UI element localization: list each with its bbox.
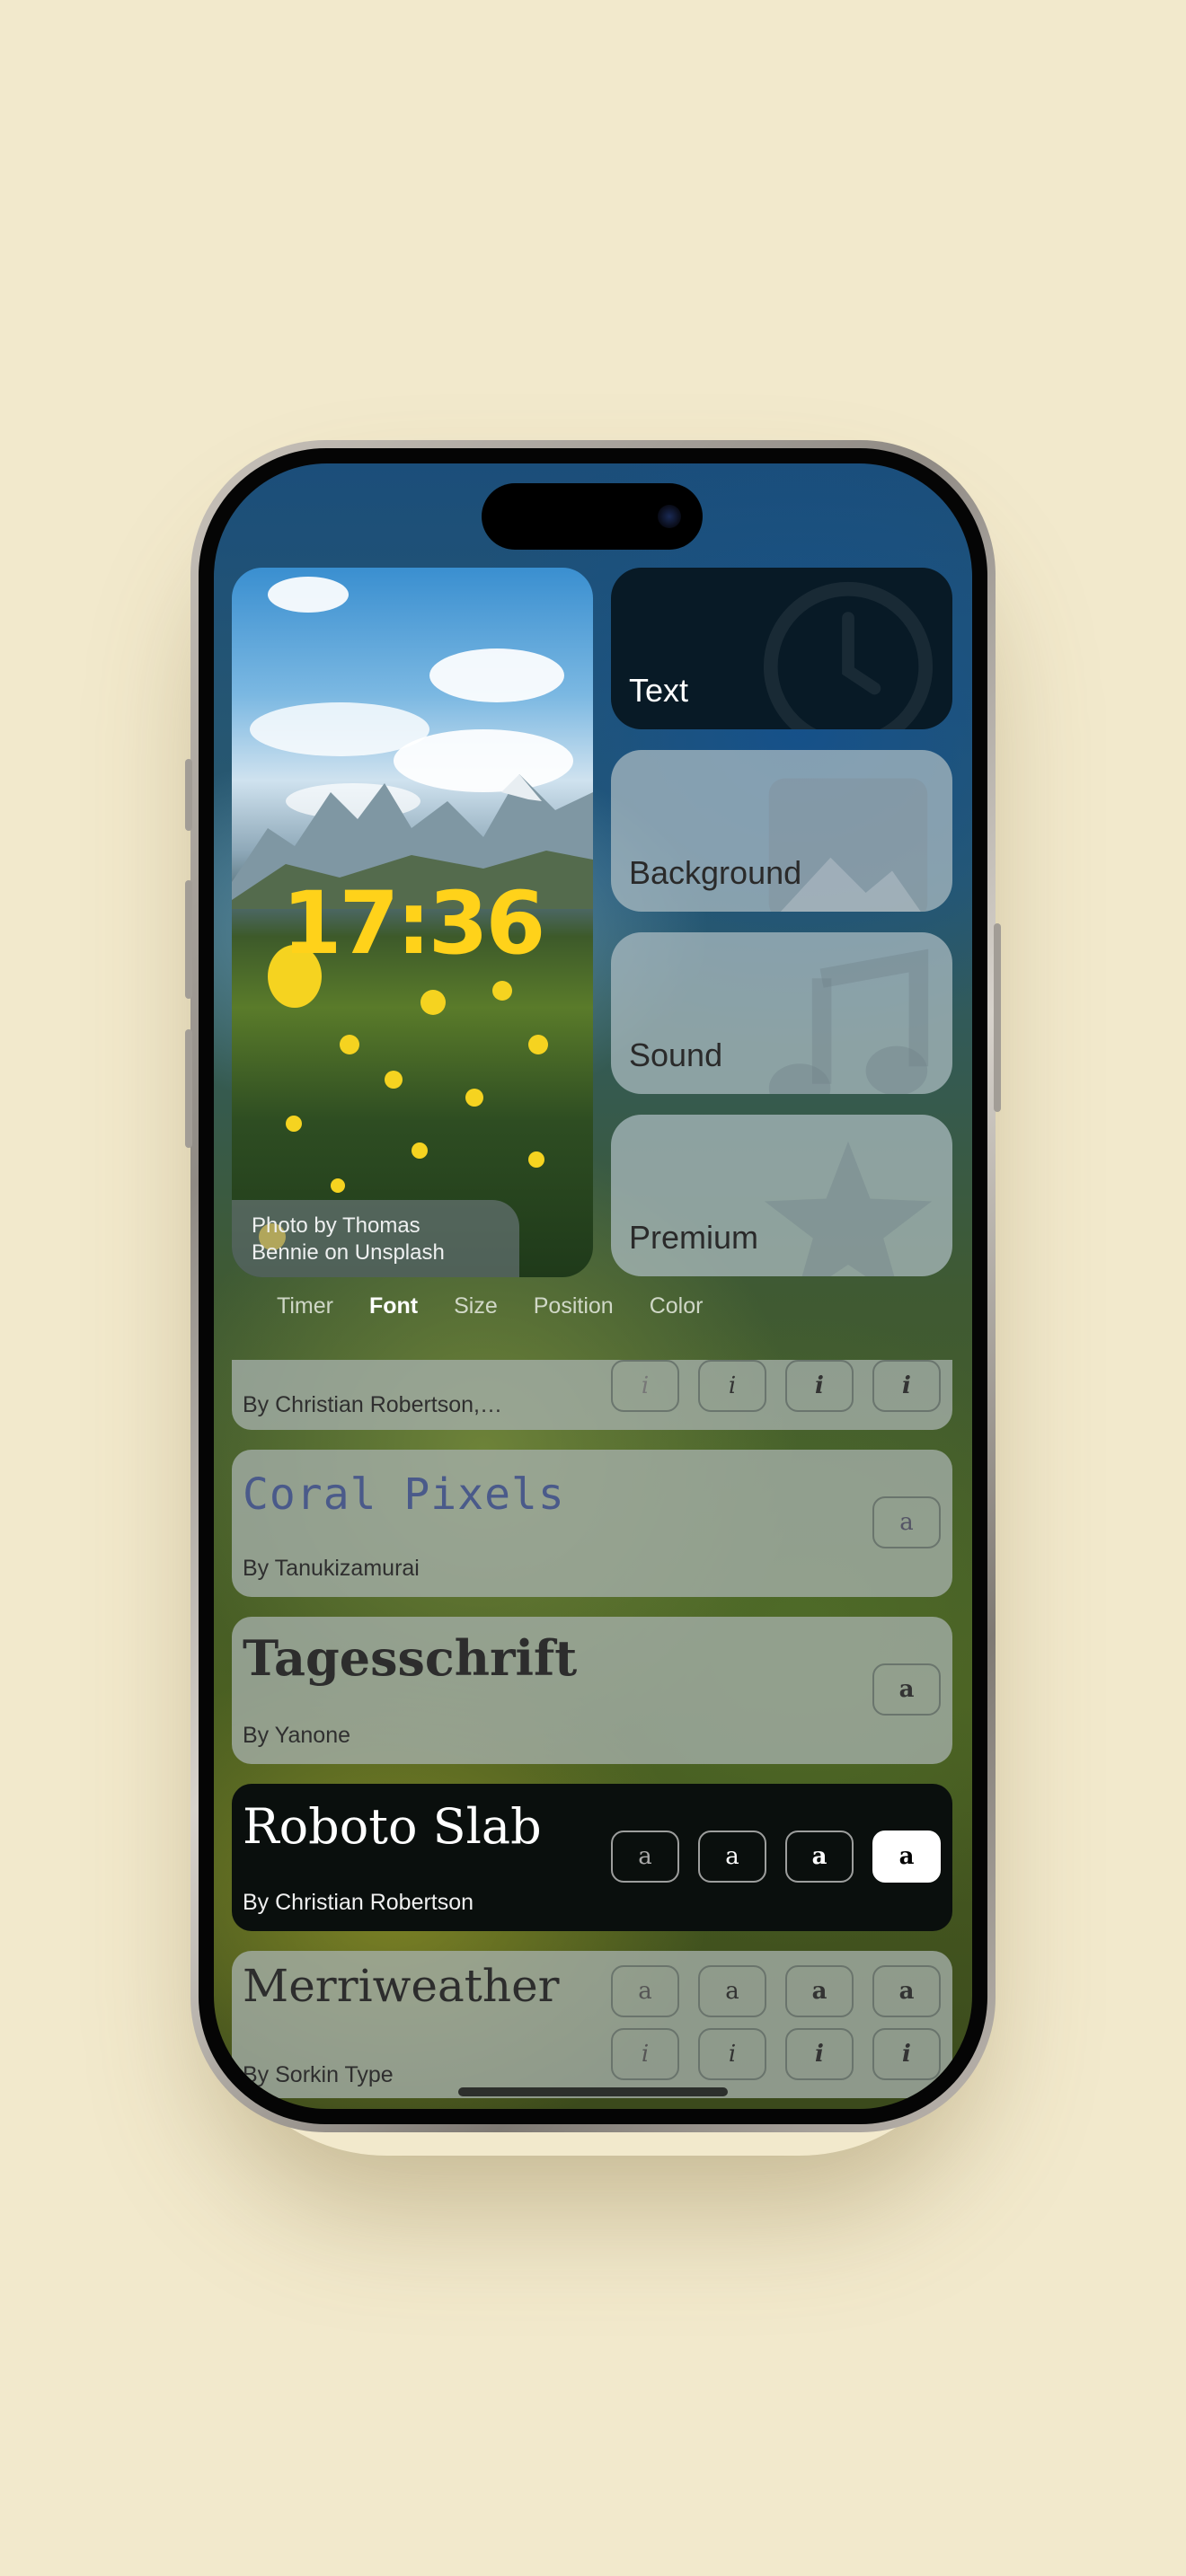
action-button (185, 759, 192, 831)
clock-icon (763, 581, 934, 729)
font-item-coral-pixels[interactable]: Coral Pixels By Tanukizamurai a (232, 1450, 952, 1597)
font-name: Roboto Slab (243, 1798, 542, 1855)
cloud (429, 648, 564, 702)
flower (340, 1035, 359, 1054)
font-author: By Christian Robertson (243, 1890, 474, 1915)
screen: 17:36 Photo by Thomas Bennie on Unsplash… (214, 463, 972, 2109)
tab-position[interactable]: Position (534, 1293, 614, 1329)
menu-card-text[interactable]: Text (611, 568, 952, 729)
menu-card-label: Text (629, 672, 689, 709)
font-weight-button[interactable]: a (611, 1831, 679, 1883)
volume-down-button (185, 1029, 192, 1148)
font-italic-button[interactable]: i (611, 2028, 679, 2080)
star-icon (764, 1141, 933, 1276)
flower (286, 1116, 302, 1132)
settings-tabs: Timer Font Size Position Color (277, 1293, 703, 1329)
font-weight-button-selected[interactable]: a (872, 1831, 941, 1883)
font-weight-button[interactable]: a (872, 1663, 941, 1716)
font-weight-button[interactable]: a (785, 1831, 854, 1883)
photo-credit-line: Bennie on Unsplash (252, 1240, 445, 1265)
font-weight-button[interactable]: a (872, 1965, 941, 2017)
flower (492, 981, 512, 1001)
font-weight-button[interactable]: i (785, 1360, 854, 1412)
photo-credit-line: Photo by Thomas (252, 1213, 420, 1238)
menu-card-label: Premium (629, 1219, 759, 1256)
flower (412, 1142, 428, 1159)
font-author: By Tanukizamurai (243, 1556, 420, 1581)
font-weight-button[interactable]: a (698, 1965, 766, 2017)
font-name: Tagesschrift (243, 1629, 578, 1687)
font-author: By Christian Robertson,… (243, 1392, 503, 1417)
flower (331, 1178, 345, 1193)
clock-time: 17:36 (281, 873, 546, 974)
tab-size[interactable]: Size (454, 1293, 498, 1329)
font-author: By Sorkin Type (243, 2062, 394, 2087)
dynamic-island (482, 483, 703, 550)
menu-card-label: Background (629, 854, 802, 891)
font-weight-button[interactable]: i (698, 1360, 766, 1412)
font-weight-button[interactable]: a (872, 1496, 941, 1548)
font-weight-button[interactable]: i (872, 1360, 941, 1412)
photo-credit[interactable]: Photo by Thomas Bennie on Unsplash (232, 1200, 519, 1277)
flower (465, 1089, 483, 1107)
flower (385, 1071, 403, 1089)
home-indicator[interactable] (458, 2087, 728, 2096)
font-italic-button[interactable]: i (698, 2028, 766, 2080)
menu-card-premium[interactable]: Premium (611, 1115, 952, 1276)
tab-color[interactable]: Color (650, 1293, 704, 1329)
power-button (994, 923, 1001, 1112)
font-item-roboto-slab[interactable]: Roboto Slab By Christian Robertson a a a… (232, 1784, 952, 1931)
font-name: Merriweather (243, 1960, 560, 2012)
font-item-tagesschrift[interactable]: Tagesschrift By Yanone a (232, 1617, 952, 1764)
font-item-merriweather[interactable]: Merriweather By Sorkin Type a a a a i i … (232, 1951, 952, 2098)
wallpaper-preview[interactable]: 17:36 Photo by Thomas Bennie on Unsplash (232, 568, 593, 1277)
font-item-roboto-italic[interactable]: By Christian Robertson,… i i i i (232, 1360, 952, 1430)
font-weight-button[interactable]: i (611, 1360, 679, 1412)
volume-up-button (185, 880, 192, 999)
font-weight-button[interactable]: a (785, 1965, 854, 2017)
menu-card-label: Sound (629, 1037, 723, 1073)
menu-card-background[interactable]: Background (611, 750, 952, 912)
font-author: By Yanone (243, 1723, 351, 1748)
tab-font[interactable]: Font (369, 1293, 418, 1329)
cloud (268, 577, 349, 613)
flower (528, 1151, 544, 1168)
music-note-icon (768, 948, 929, 1094)
font-weight-button[interactable]: a (611, 1965, 679, 2017)
tab-timer[interactable]: Timer (277, 1293, 333, 1329)
font-italic-button[interactable]: i (785, 2028, 854, 2080)
font-name: Coral Pixels (243, 1469, 565, 1520)
font-weight-button[interactable]: a (698, 1831, 766, 1883)
flower (420, 990, 446, 1015)
flower (528, 1035, 548, 1054)
font-italic-button[interactable]: i (872, 2028, 941, 2080)
camera-icon (658, 505, 681, 528)
menu-card-sound[interactable]: Sound (611, 932, 952, 1094)
